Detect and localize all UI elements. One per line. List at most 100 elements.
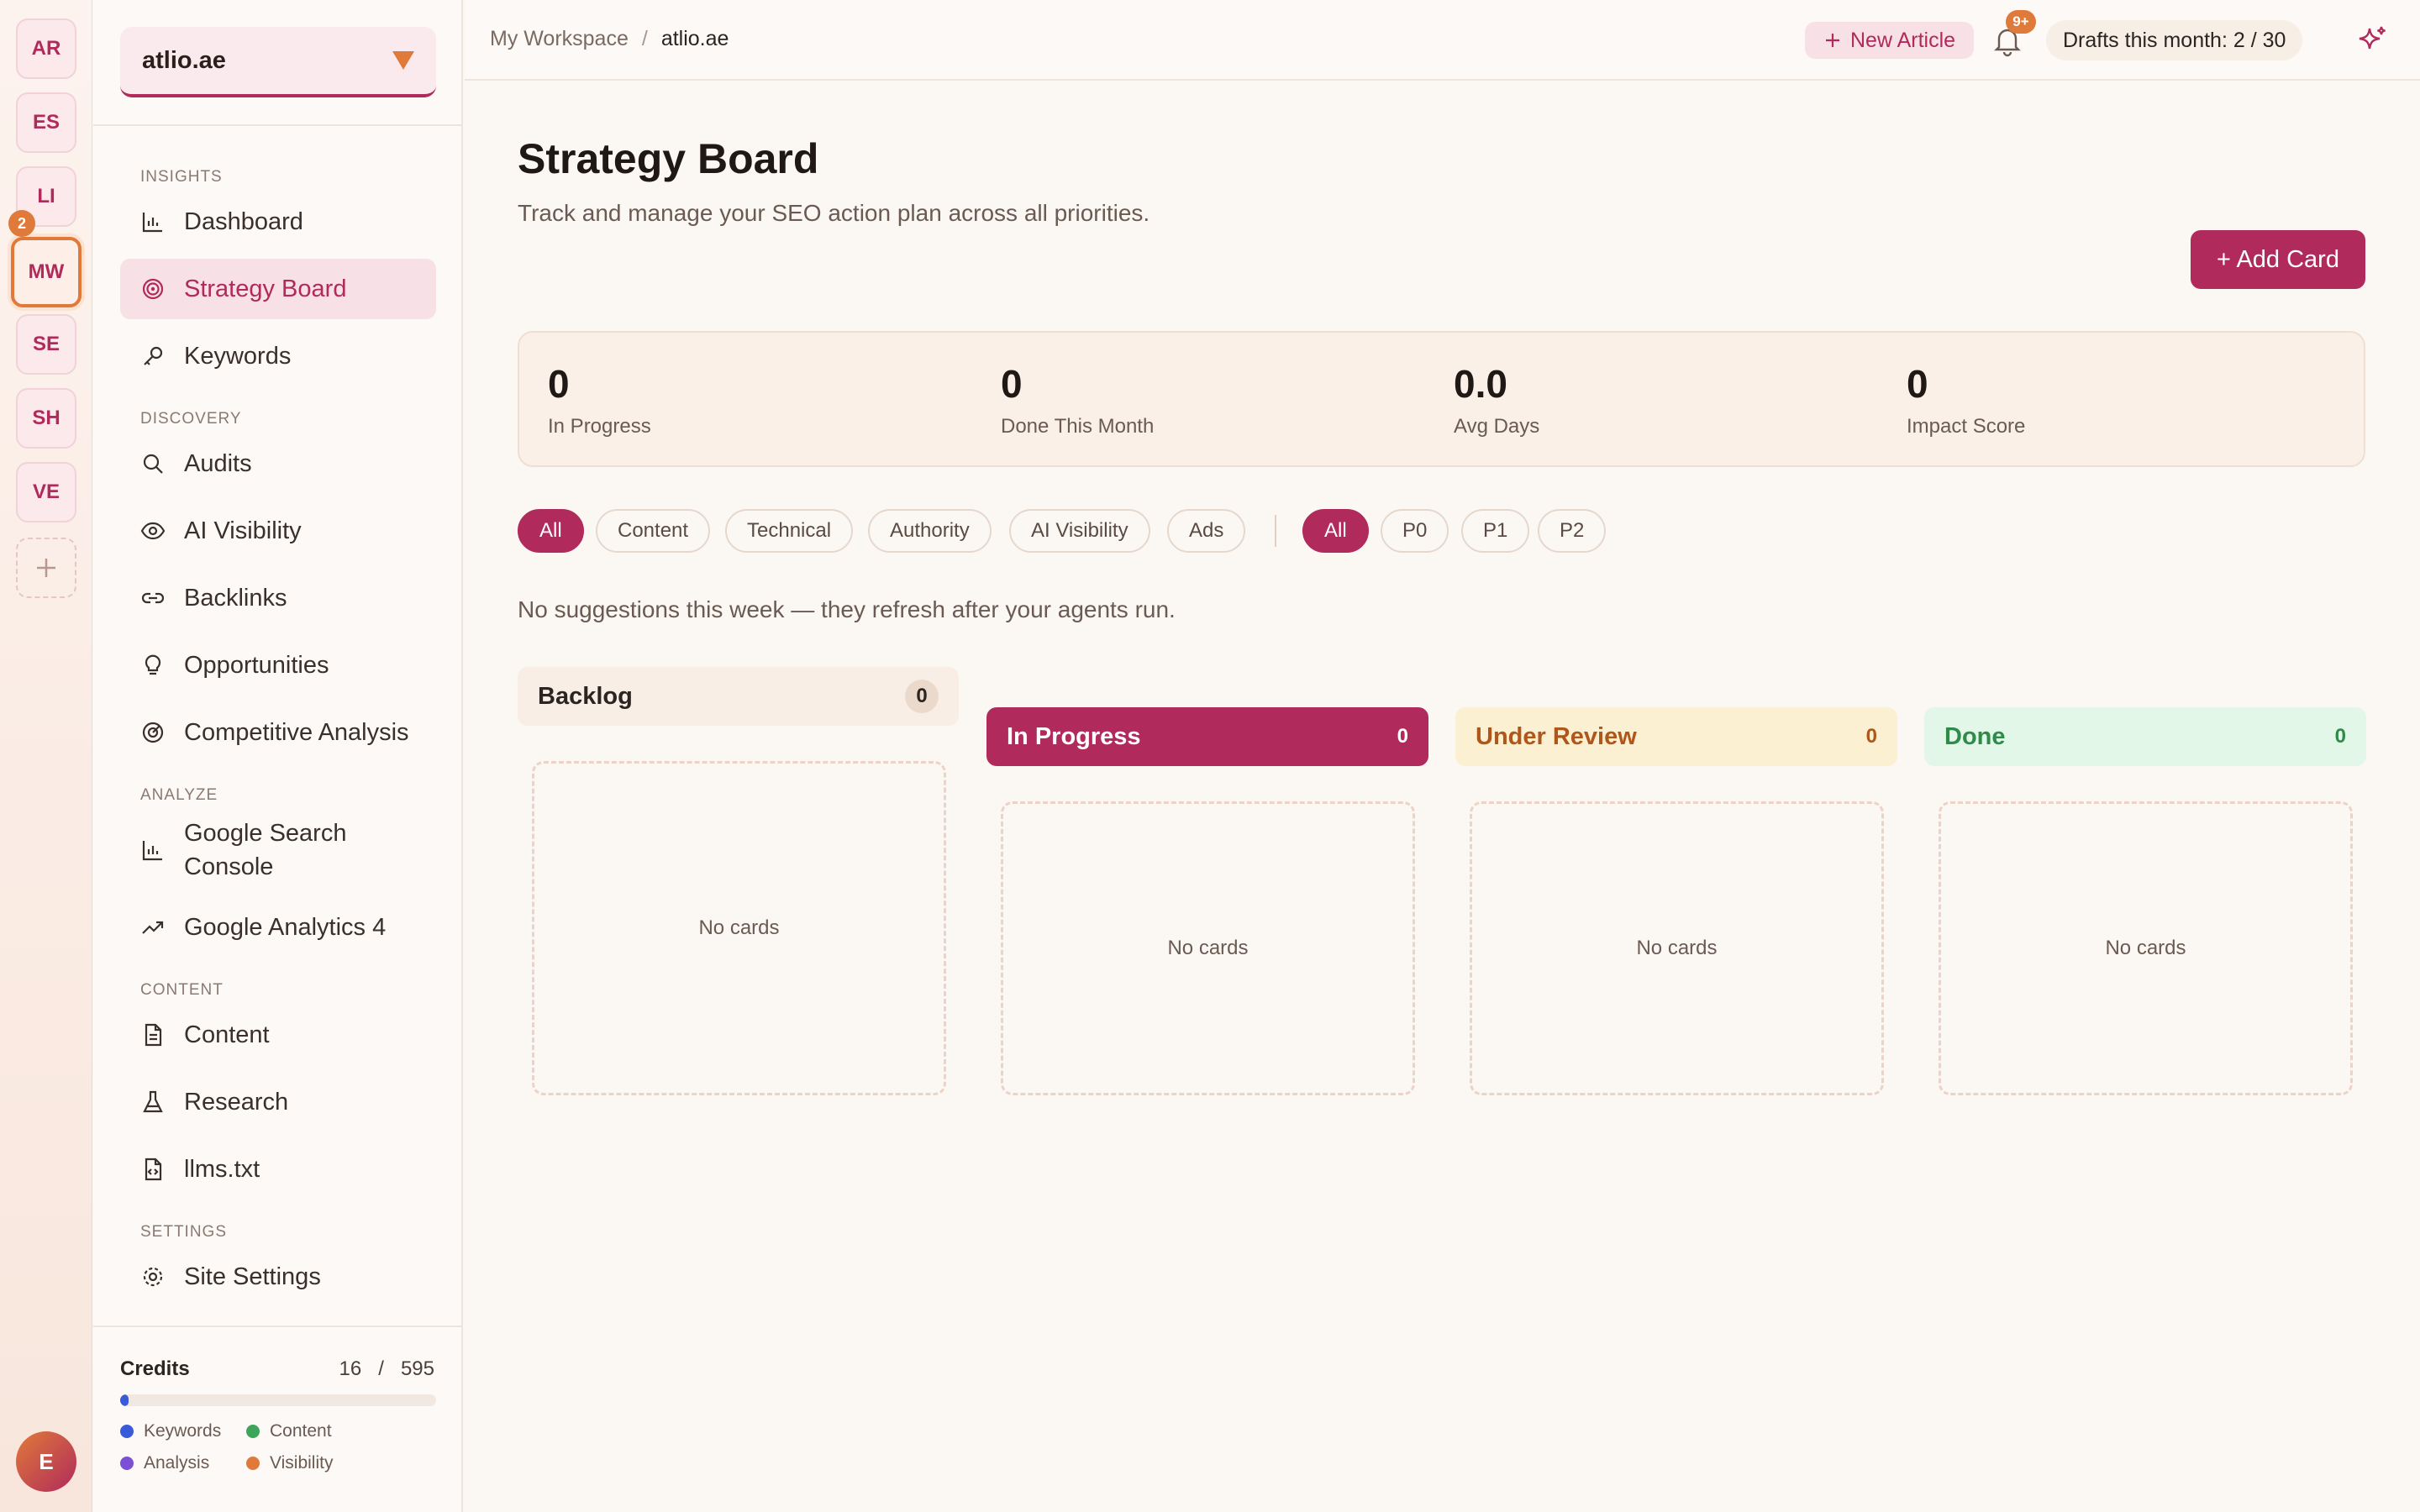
sidebar-item-label: Opportunities [184,651,329,679]
sidebar-item-research[interactable]: Research [120,1072,436,1132]
column-in-progress-header: In Progress 0 [986,707,1428,766]
filter-priority-p0[interactable]: P0 [1381,509,1449,553]
key-icon [140,344,166,369]
filter-category-ads[interactable]: Ads [1167,509,1246,553]
filter-category-authority[interactable]: Authority [868,509,992,553]
filter-priority-p1[interactable]: P1 [1461,509,1530,553]
legend-analysis: Analysis [120,1453,246,1473]
plus-icon [37,559,55,577]
workspace-rail: AR ES LI MW 2 SE SH VE E [0,0,92,1512]
new-article-button[interactable]: New Article [1805,22,1975,59]
page-title: Strategy Board [518,135,819,182]
flask-icon [140,1089,166,1115]
workspace-ve[interactable]: VE [16,462,76,522]
workspace-mw[interactable]: MW [11,237,82,307]
link-icon [140,585,166,611]
stat-done-this-month: 0 Done This Month [1001,362,1155,438]
column-count: 0 [1865,725,1877,748]
legend-content: Content [246,1421,372,1441]
workspace-se[interactable]: SE [16,314,76,375]
sidebar-item-label: Content [184,1021,270,1048]
sidebar-item-label: Dashboard [184,207,303,235]
credits-panel: Credits 16 / 595 Keywords Content Analys… [93,1326,461,1512]
column-under-review-header: Under Review 0 [1455,707,1897,766]
sidebar-item-strategy-board[interactable]: Strategy Board [120,259,436,319]
sidebar-item-audits[interactable]: Audits [120,433,436,494]
breadcrumb-root[interactable]: My Workspace [490,27,629,50]
sidebar-item-backlinks[interactable]: Backlinks [120,568,436,628]
column-backlog-empty: No cards [532,761,946,1095]
suggestions-notice: No suggestions this week — they refresh … [518,596,1176,622]
new-article-label: New Article [1850,28,1956,52]
caret-down-icon [392,51,414,70]
sidebar-item-keywords[interactable]: Keywords [120,326,436,386]
filter-priority-all[interactable]: All [1302,509,1369,553]
sidebar-item-llms[interactable]: llms.txt [120,1139,436,1200]
sidebar-item-dashboard[interactable]: Dashboard [120,192,436,252]
site-selector[interactable]: atlio.ae [120,27,436,97]
breadcrumb-current: atlio.ae [660,27,729,50]
workspace-badge: 2 [8,210,35,237]
legend-visibility: Visibility [246,1453,372,1473]
main-content: Strategy Board Track and manage your SEO… [465,82,2420,1512]
section-analyze: ANALYZE [140,786,218,804]
sidebar-item-google-search-console[interactable]: Google Search Console [120,810,436,890]
section-insights: INSIGHTS [140,168,223,186]
breadcrumb-separator: / [641,27,648,50]
workspace-ar[interactable]: AR [16,18,76,79]
credits-bar-fill [120,1394,129,1406]
bar-chart-icon [140,837,166,863]
column-backlog-header: Backlog 0 [518,667,959,726]
filter-priority-p2[interactable]: P2 [1538,509,1607,553]
search-icon [140,451,166,476]
plus-icon [1826,34,1839,47]
sidebar-item-label: Google Search Console [184,820,347,880]
trending-up-icon [140,915,166,940]
workspace-es[interactable]: ES [16,92,76,153]
sidebar-item-ai-visibility[interactable]: AI Visibility [120,501,436,561]
add-workspace-button[interactable] [16,538,76,598]
user-avatar[interactable]: E [16,1431,76,1492]
notification-badge: 9+ [2006,10,2036,34]
stat-avg-days: 0.0 Avg Days [1454,362,1540,438]
sidebar-item-label: Strategy Board [184,275,347,302]
credits-bar [120,1394,436,1406]
stat-impact-score: 0 Impact Score [1907,362,2026,438]
sidebar-item-label: Google Analytics 4 [184,913,387,941]
sidebar-item-label: Research [184,1088,289,1116]
sidebar-item-competitive-analysis[interactable]: Competitive Analysis [120,702,436,763]
add-card-button[interactable]: + Add Card [2191,230,2365,289]
workspace-sh[interactable]: SH [16,388,76,449]
filter-category-all[interactable]: All [518,509,584,553]
drafts-counter: Drafts this month: 2 / 30 [2046,20,2303,60]
column-under-review-empty: No cards [1470,801,1884,1095]
credits-value: 16 / 595 [339,1357,434,1380]
section-content: CONTENT [140,981,224,999]
sidebar-item-content[interactable]: Content [120,1005,436,1065]
sidebar-item-label: AI Visibility [184,517,302,544]
section-settings: SETTINGS [140,1223,228,1241]
sidebar-nav: INSIGHTS Dashboard Strategy Board Keywor… [120,151,436,1327]
column-done-empty: No cards [1939,801,2353,1095]
stats-panel: 0 In Progress 0 Done This Month 0.0 Avg … [518,331,2365,467]
column-count: 0 [2334,725,2346,748]
sidebar-item-site-settings[interactable]: Site Settings [120,1247,436,1307]
sidebar-item-label: Audits [184,449,252,477]
sidebar-item-opportunities[interactable]: Opportunities [120,635,436,696]
filter-category-technical[interactable]: Technical [725,509,854,553]
radar-icon [140,720,166,745]
sparkle-icon[interactable] [2355,24,2389,57]
document-icon [140,1022,166,1047]
filter-category-content[interactable]: Content [596,509,711,553]
site-name: atlio.ae [142,46,226,74]
gear-icon [140,1264,166,1289]
sidebar-item-google-analytics[interactable]: Google Analytics 4 [120,897,436,958]
sidebar-item-label: llms.txt [184,1155,260,1183]
column-count: 0 [905,680,939,713]
filter-category-ai-visibility[interactable]: AI Visibility [1009,509,1150,553]
page-subtitle: Track and manage your SEO action plan ac… [518,200,1150,226]
stat-in-progress: 0 In Progress [548,362,651,438]
column-in-progress-empty: No cards [1001,801,1415,1095]
target-icon [140,276,166,302]
sidebar-item-label: Competitive Analysis [184,718,409,746]
